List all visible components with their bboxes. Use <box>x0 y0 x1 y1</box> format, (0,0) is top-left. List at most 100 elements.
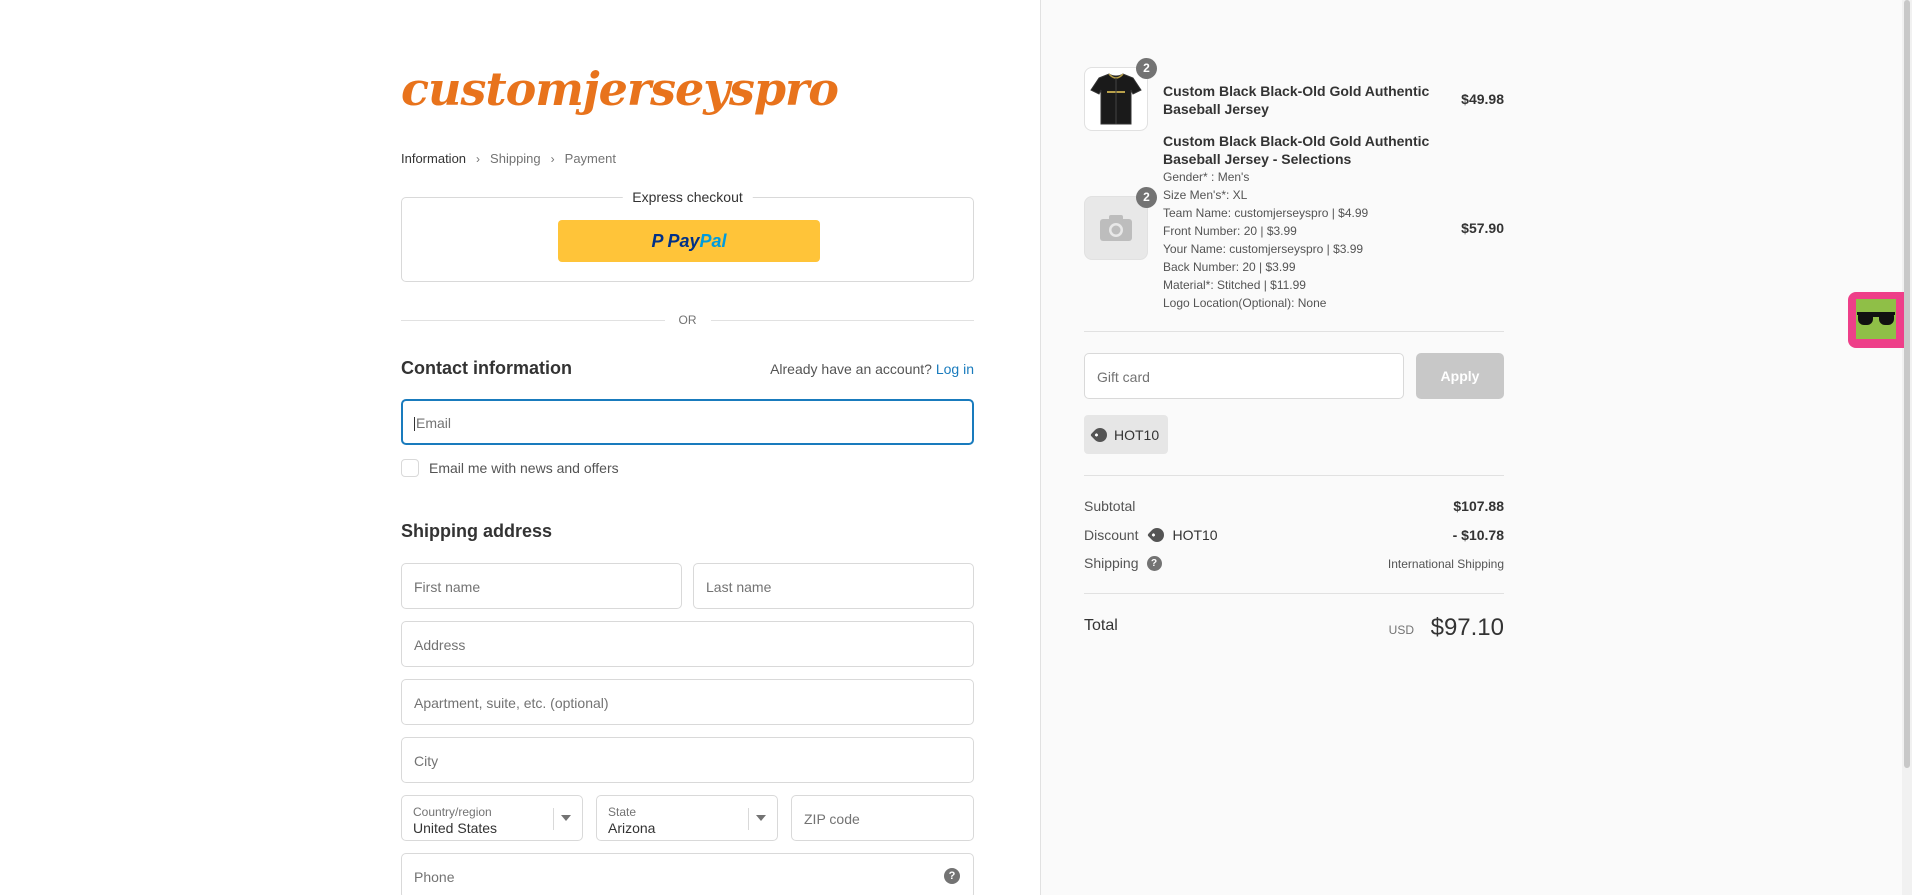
brand-logo[interactable]: customjerseyspro <box>401 62 839 116</box>
paypal-logo-icon: P <box>651 230 664 251</box>
variant-line: Logo Location(Optional): None <box>1163 296 1327 310</box>
newsletter-label: Email me with news and offers <box>429 460 619 476</box>
accessibility-widget-button[interactable] <box>1848 292 1904 348</box>
tag-icon <box>1090 424 1110 445</box>
state-value: Arizona <box>608 820 656 836</box>
quantity-badge: 2 <box>1136 187 1157 208</box>
apartment-placeholder: Apartment, suite, etc. (optional) <box>414 695 609 711</box>
or-divider: OR <box>401 312 974 328</box>
total-currency: USD <box>1388 623 1414 637</box>
country-select[interactable]: Country/region United States <box>401 795 583 841</box>
or-text: OR <box>678 313 697 327</box>
shipping-label-group: Shipping ? <box>1084 555 1162 571</box>
camera-icon <box>1100 215 1132 241</box>
tag-icon <box>1147 525 1168 545</box>
paypal-button[interactable]: P Pay Pal <box>558 220 820 262</box>
chevron-down-icon <box>561 815 571 821</box>
email-placeholder: Email <box>414 415 452 432</box>
email-field[interactable]: Email <box>401 399 974 445</box>
state-label: State <box>608 805 637 819</box>
text-caret <box>414 417 415 432</box>
paypal-label-pal: Pal <box>699 230 727 251</box>
express-checkout-box: Express checkout P Pay Pal <box>401 189 974 282</box>
subtotal-value: $107.88 <box>1453 498 1504 514</box>
discount-chip-code: HOT10 <box>1114 426 1160 443</box>
shipping-label: Shipping <box>1084 555 1139 571</box>
product-thumbnail: 2 <box>1084 58 1157 131</box>
question-icon[interactable]: ? <box>944 868 960 884</box>
address-placeholder: Address <box>414 637 466 653</box>
total-value: $97.10 <box>1430 614 1504 641</box>
country-value: United States <box>413 820 498 836</box>
discount-value: - $10.78 <box>1452 527 1504 543</box>
checkout-form-panel: customjerseyspro Information › Shipping … <box>0 0 1040 895</box>
question-icon[interactable]: ? <box>1146 555 1162 571</box>
apply-button[interactable]: Apply <box>1416 353 1504 399</box>
phone-field[interactable]: Phone ? <box>401 853 974 895</box>
divider <box>1084 475 1504 476</box>
first-name-field[interactable]: First name <box>401 563 682 609</box>
breadcrumb-payment: Payment <box>564 151 616 166</box>
express-checkout-title: Express checkout <box>622 189 753 205</box>
last-name-placeholder: Last name <box>706 579 772 595</box>
address-field[interactable]: Address <box>401 621 974 667</box>
divider-line <box>710 319 974 321</box>
product-price: $49.98 <box>1461 91 1504 107</box>
variant-line: Team Name: customjerseyspro | $4.99 <box>1163 206 1369 220</box>
city-field[interactable]: City <box>401 737 974 783</box>
subtotal-label: Subtotal <box>1084 498 1136 514</box>
chevron-right-icon: › <box>550 151 555 166</box>
phone-placeholder: Phone <box>414 869 455 885</box>
discount-label: Discount <box>1084 527 1139 543</box>
product-thumbnail: 2 <box>1084 187 1157 260</box>
quantity-badge: 2 <box>1136 58 1157 79</box>
chevron-down-icon <box>756 815 766 821</box>
gift-card-placeholder: Gift card <box>1097 369 1150 385</box>
first-name-placeholder: First name <box>414 579 481 595</box>
variant-line: Material*: Stitched | $11.99 <box>1163 278 1306 292</box>
variant-line: Back Number: 20 | $3.99 <box>1163 260 1296 274</box>
state-select[interactable]: State Arizona <box>596 795 778 841</box>
email-placeholder-text: Email <box>416 415 452 431</box>
variant-line: Front Number: 20 | $3.99 <box>1163 224 1297 238</box>
contact-information-title: Contact information <box>401 358 572 378</box>
newsletter-option[interactable]: Email me with news and offers <box>401 459 619 477</box>
last-name-field[interactable]: Last name <box>693 563 974 609</box>
country-label: Country/region <box>413 805 492 819</box>
divider <box>1084 593 1504 594</box>
breadcrumb-shipping: Shipping <box>490 151 541 166</box>
divider-line <box>401 319 665 321</box>
product-variants: Gender* : Men's Size Men's*: XL Team Nam… <box>1163 168 1368 312</box>
variant-line: Your Name: customjerseyspro | $3.99 <box>1163 242 1364 256</box>
jersey-image <box>1090 73 1142 125</box>
shipping-address-title: Shipping address <box>401 521 553 541</box>
widget-inner <box>1856 299 1896 339</box>
shipping-value: International Shipping <box>1387 557 1504 571</box>
newsletter-checkbox[interactable] <box>401 459 419 477</box>
paypal-label-pay: Pay <box>667 230 700 251</box>
order-summary-panel: 2 Custom Black Black-Old Gold Authentic … <box>1040 0 1912 895</box>
scrollbar[interactable] <box>1902 0 1912 895</box>
scrollbar-thumb[interactable] <box>1904 0 1910 768</box>
have-account-label: Already have an account? <box>770 361 932 377</box>
variant-line: Gender* : Men's <box>1163 170 1250 184</box>
breadcrumb-information[interactable]: Information <box>401 151 466 166</box>
gift-card-field[interactable]: Gift card <box>1084 353 1404 399</box>
product-title: Custom Black Black-Old Gold Authentic Ba… <box>1163 83 1430 117</box>
zip-code-field[interactable]: ZIP code <box>791 795 974 841</box>
discount-code: HOT10 <box>1172 527 1218 543</box>
total-label: Total <box>1084 617 1118 634</box>
zip-code-placeholder: ZIP code <box>804 811 860 827</box>
select-divider <box>748 808 749 830</box>
sunglasses-icon <box>1857 312 1895 326</box>
select-divider <box>553 808 554 830</box>
product-price: $57.90 <box>1461 220 1504 236</box>
product-title: Custom Black Black-Old Gold Authentic Ba… <box>1163 133 1430 167</box>
divider <box>1084 331 1504 332</box>
discount-label-group: Discount HOT10 <box>1084 525 1218 545</box>
city-placeholder: City <box>414 753 439 769</box>
chevron-right-icon: › <box>476 151 481 166</box>
discount-chip[interactable]: HOT10 <box>1084 415 1169 454</box>
login-link[interactable]: Log in <box>936 361 974 377</box>
apartment-field[interactable]: Apartment, suite, etc. (optional) <box>401 679 974 725</box>
